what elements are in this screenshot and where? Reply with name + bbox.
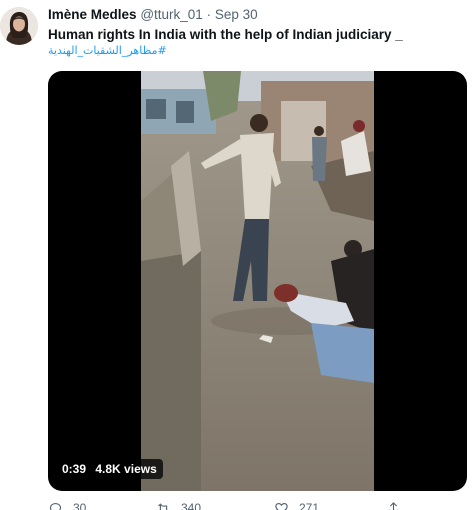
tweet[interactable]: Imène Medles @tturk_01 · Sep 30 Human ri… xyxy=(0,0,474,510)
retweet-icon xyxy=(158,502,168,510)
video-duration: 0:39 xyxy=(62,462,87,476)
reply-button[interactable]: 30 xyxy=(48,498,86,510)
retweet-button[interactable]: 340 xyxy=(156,498,201,510)
tweet-header: Imène Medles @tturk_01 · Sep 30 xyxy=(48,7,258,23)
share-button[interactable] xyxy=(386,498,411,510)
avatar-image xyxy=(0,7,38,45)
header-separator: · xyxy=(206,7,212,22)
avatar[interactable] xyxy=(0,7,38,45)
video-frame xyxy=(141,71,374,491)
share-icon xyxy=(388,501,399,510)
video-player[interactable]: 0:39 4.8K views xyxy=(48,71,467,491)
video-meta-overlay: 0:39 4.8K views xyxy=(56,459,163,479)
like-count: 271 xyxy=(299,501,320,510)
heart-icon xyxy=(275,502,288,510)
video-still xyxy=(141,71,374,491)
video-views: 4.8K views xyxy=(95,462,157,476)
author-name[interactable]: Imène Medles xyxy=(48,7,137,22)
reply-icon xyxy=(49,502,62,510)
reply-count: 30 xyxy=(73,501,87,510)
author-handle[interactable]: @tturk_01 xyxy=(140,7,202,22)
action-bar: 30 340 271 xyxy=(48,498,468,510)
hashtag-link[interactable]: #مظاهر_الشقيات_الهندية xyxy=(48,44,167,58)
tweet-date[interactable]: Sep 30 xyxy=(215,7,258,22)
tweet-text: Human rights In India with the help of I… xyxy=(48,27,403,42)
retweet-count: 340 xyxy=(181,501,202,510)
like-button[interactable]: 271 xyxy=(274,498,319,510)
